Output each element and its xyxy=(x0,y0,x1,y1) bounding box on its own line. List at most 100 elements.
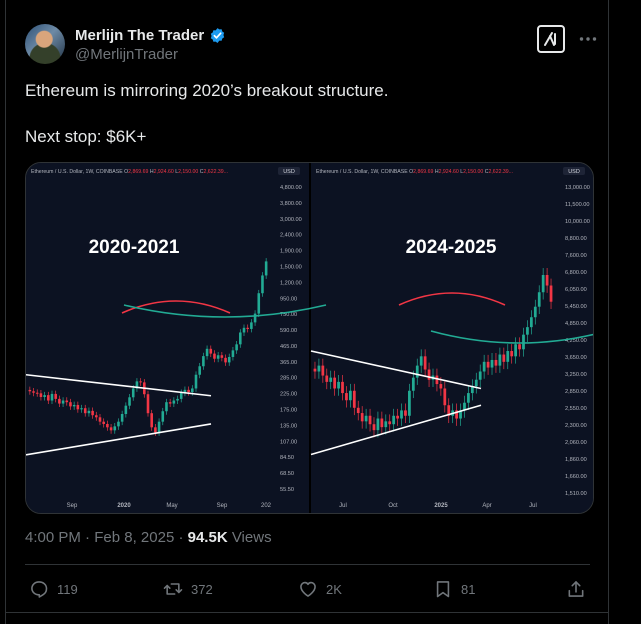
candle-body xyxy=(356,407,360,414)
candle-body xyxy=(467,393,470,403)
reply-button[interactable]: 119 xyxy=(29,575,78,603)
candle-body xyxy=(423,356,427,370)
candle-body xyxy=(261,275,264,294)
chart-ohlc-value: 2,150.00 xyxy=(463,169,485,175)
avatar[interactable] xyxy=(25,24,65,64)
chart-ohlc-value: 2,150.00 xyxy=(178,169,200,175)
candle-body xyxy=(172,400,176,404)
candle-body xyxy=(541,274,545,293)
y-tick-label: 2,850.00 xyxy=(565,389,587,395)
y-tick-label: 2,550.00 xyxy=(565,406,587,412)
candle-body xyxy=(165,402,168,412)
y-tick-label: 3,000.00 xyxy=(280,217,302,223)
candle-body xyxy=(415,365,419,378)
candle-body xyxy=(396,415,399,419)
tweet-actions-bar: 119 372 2K 81 xyxy=(25,575,590,603)
candle-body xyxy=(533,306,537,318)
candle-body xyxy=(50,393,54,401)
candle-body xyxy=(400,410,403,419)
timeline-border-right xyxy=(608,0,609,624)
candle-body xyxy=(72,404,76,407)
verified-badge-icon[interactable] xyxy=(209,27,226,44)
candle-body xyxy=(250,322,253,329)
grok-icon xyxy=(544,32,556,46)
candle-body xyxy=(80,408,83,410)
x-tick-label: Apr xyxy=(482,503,491,509)
candle-body xyxy=(419,356,423,366)
y-tick-label: 3,650.00 xyxy=(565,355,587,361)
share-button[interactable] xyxy=(566,575,586,603)
candle-body xyxy=(131,388,135,398)
y-tick-label: 6,050.00 xyxy=(565,287,587,293)
chart-ohlc-value: 2,869.69 xyxy=(413,169,435,175)
candle-body xyxy=(380,418,384,428)
candle-body xyxy=(242,327,246,333)
candle-body xyxy=(364,415,368,422)
y-tick-label: 7,600.00 xyxy=(565,253,587,259)
x-tick-label: Jul xyxy=(339,503,347,509)
candle-body xyxy=(494,359,498,366)
candle-body xyxy=(341,381,344,394)
candle-body xyxy=(510,351,514,357)
bookmark-button[interactable]: 81 xyxy=(433,575,475,603)
candle-body xyxy=(43,395,46,397)
chart-ohlc-value: 2,622.39... xyxy=(488,169,513,175)
tweet-media-image[interactable]: Ethereum / U.S. Dollar, 1W, COINBASE O2,… xyxy=(25,162,594,514)
chart-image: Ethereum / U.S. Dollar, 1W, COINBASE O2,… xyxy=(26,163,593,513)
y-tick-label: 175.00 xyxy=(280,408,297,414)
y-tick-label: 3,250.00 xyxy=(565,372,587,378)
x-tick-label: Sep xyxy=(217,503,228,509)
candle-body xyxy=(194,374,198,389)
chart-ohlc-value: Ethereum / U.S. Dollar, 1W, COINBASE xyxy=(31,169,124,175)
share-icon xyxy=(568,581,584,597)
candle-body xyxy=(76,404,80,410)
y-tick-label: 3,800.00 xyxy=(280,201,302,207)
y-tick-label: 84.50 xyxy=(280,455,294,461)
chart-symbol-header: Ethereum / U.S. Dollar, 1W, COINBASE O2,… xyxy=(316,169,513,175)
actions-divider xyxy=(25,564,590,565)
more-options-button[interactable] xyxy=(577,28,599,50)
candle-body xyxy=(117,421,120,427)
tweet-text: Ethereum is mirroring 2020’s breakout st… xyxy=(25,79,590,171)
like-button[interactable]: 2K xyxy=(298,575,342,603)
bookmark-icon xyxy=(436,581,450,598)
candle-body xyxy=(109,427,113,431)
grok-button[interactable] xyxy=(537,25,565,53)
candle-body xyxy=(65,400,69,403)
timeline-border-left xyxy=(5,0,6,624)
tweet-date[interactable]: Feb 8, 2025 xyxy=(94,529,174,546)
candle-body xyxy=(404,410,407,416)
candle-body xyxy=(329,377,333,382)
candle-body xyxy=(235,344,238,351)
candle-body xyxy=(161,411,165,422)
like-count: 2K xyxy=(326,581,342,597)
candle-body xyxy=(257,293,261,314)
candle-body xyxy=(392,415,396,425)
y-tick-label: 285.00 xyxy=(280,376,297,382)
repost-button[interactable]: 372 xyxy=(163,575,213,603)
chart-ohlc-value: 2,924.60 xyxy=(154,169,176,175)
meta-separator: · xyxy=(80,529,95,546)
candle-body xyxy=(39,393,43,397)
candle-body xyxy=(482,361,486,372)
chart-title: 2020-2021 xyxy=(89,237,180,258)
candle-body xyxy=(58,398,61,404)
candle-body xyxy=(98,417,102,422)
tweet-meta: 4:00 PM · Feb 8, 2025 · 94.5K Views xyxy=(25,529,272,546)
y-tick-label: 55.50 xyxy=(280,487,294,493)
candle-body xyxy=(545,274,549,286)
reply-icon xyxy=(31,581,48,598)
candle-body xyxy=(47,395,50,401)
y-tick-label: 68.50 xyxy=(280,471,294,477)
candle-body xyxy=(498,354,502,366)
author-handle[interactable]: @MerlijnTrader xyxy=(75,46,178,63)
meta-separator: · xyxy=(174,529,188,546)
candle-body xyxy=(246,327,249,329)
views-count: 94.5K xyxy=(187,529,228,546)
y-tick-label: 1,900.00 xyxy=(280,249,302,255)
candle-body xyxy=(349,390,352,401)
author-display-name[interactable]: Merlijn The Trader xyxy=(75,27,204,44)
y-tick-label: 365.00 xyxy=(280,360,297,366)
tweet-time[interactable]: 4:00 PM xyxy=(25,529,81,546)
chart-ohlc-value: Ethereum / U.S. Dollar, 1W, COINBASE xyxy=(316,169,409,175)
